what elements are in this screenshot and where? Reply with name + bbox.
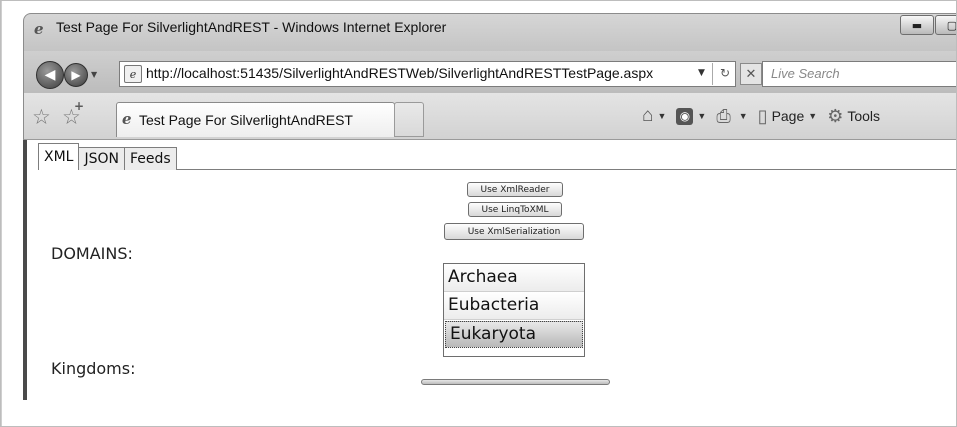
print-button[interactable]: ⎙ ▼: [716, 106, 747, 127]
kingdoms-listbox[interactable]: [421, 379, 610, 385]
tab-feeds[interactable]: Feeds: [124, 147, 177, 170]
kingdoms-label: Kingdoms:: [51, 359, 136, 378]
use-xmlreader-button[interactable]: Use XmlReader: [467, 182, 563, 197]
feeds-button[interactable]: ◉ ▼: [676, 107, 707, 125]
stop-button[interactable]: ✕: [740, 63, 762, 85]
search-input[interactable]: Live Search ⌕: [762, 61, 956, 87]
tab-xml[interactable]: XML: [38, 143, 80, 170]
maximize-button[interactable]: ▢: [935, 15, 956, 35]
tab-toolbar: ☆ ☆ + e Test Page For SilverlightAndREST …: [23, 93, 956, 140]
domains-listbox[interactable]: Archaea Eubacteria Eukaryota: [443, 263, 585, 357]
use-linqtoxml-button[interactable]: Use LinqToXML: [468, 202, 562, 217]
back-button[interactable]: ◀: [36, 61, 64, 89]
browser-tab-label: Test Page For SilverlightAndREST: [139, 112, 353, 128]
window-controls: ▬ ▢: [899, 15, 956, 35]
star-plus-icon[interactable]: ☆ +: [62, 99, 84, 129]
tab-json[interactable]: JSON: [78, 147, 125, 170]
home-icon: ⌂: [642, 105, 654, 126]
gear-icon: ⚙: [827, 105, 844, 126]
refresh-button[interactable]: ↻: [720, 66, 730, 80]
list-item[interactable]: Archaea: [444, 264, 584, 292]
screenshot-frame: e Test Page For SilverlightAndREST - Win…: [0, 0, 957, 427]
page-favicon-icon: e: [124, 65, 142, 83]
url-text[interactable]: http://localhost:51435/SilverlightAndRES…: [146, 65, 653, 81]
use-xmlserialization-button[interactable]: Use XmlSerialization: [444, 223, 584, 240]
silverlight-content: XML JSON Feeds Use XmlReader Use LinqToX…: [27, 140, 956, 426]
history-dropdown-icon[interactable]: ▼: [91, 70, 97, 79]
home-button[interactable]: ⌂ ▼: [642, 105, 666, 127]
forward-button[interactable]: ▶: [64, 63, 88, 87]
address-bar[interactable]: e http://localhost:51435/SilverlightAndR…: [119, 61, 736, 87]
address-toolbar: ◀ ▶ ▼ e http://localhost:51435/Silverlig…: [23, 51, 956, 93]
window-titlebar: e Test Page For SilverlightAndREST - Win…: [23, 13, 956, 52]
page-edge: [1, 1, 2, 426]
page-icon: ▯: [757, 105, 768, 126]
chevron-down-icon: ▼: [738, 111, 748, 121]
chevron-down-icon: ▼: [657, 111, 667, 121]
content-tabs: XML JSON Feeds: [38, 143, 177, 170]
new-tab-button[interactable]: [394, 102, 424, 137]
chevron-down-icon: ▼: [808, 111, 818, 121]
address-dropdown-icon[interactable]: ▼: [698, 68, 705, 78]
search-placeholder: Live Search: [771, 66, 840, 81]
list-item-selected[interactable]: Eukaryota: [445, 321, 583, 348]
ie-tab-icon: e: [122, 110, 132, 128]
tools-menu-label: Tools: [847, 108, 881, 124]
window-title: Test Page For SilverlightAndREST - Windo…: [56, 19, 447, 35]
ie-logo-icon: e: [34, 20, 44, 38]
page-menu-button[interactable]: ▯ Page ▼: [758, 106, 818, 127]
rss-icon: ◉: [676, 107, 694, 125]
page-menu-label: Page: [771, 108, 805, 124]
printer-icon: ⎙: [716, 105, 731, 126]
minimize-button[interactable]: ▬: [900, 15, 934, 35]
address-separator: [712, 63, 713, 85]
list-item[interactable]: Eubacteria: [444, 292, 584, 320]
tools-menu-button[interactable]: ⚙ Tools: [827, 106, 880, 127]
domains-label: DOMAINS:: [51, 244, 133, 263]
browser-tab-active[interactable]: e Test Page For SilverlightAndREST: [116, 102, 395, 137]
command-bar: ⌂ ▼ ◉ ▼ ⎙ ▼ ▯ Page ▼ ⚙ Tools: [642, 105, 890, 127]
star-icon[interactable]: ☆: [32, 105, 51, 129]
chevron-down-icon: ▼: [697, 111, 707, 121]
